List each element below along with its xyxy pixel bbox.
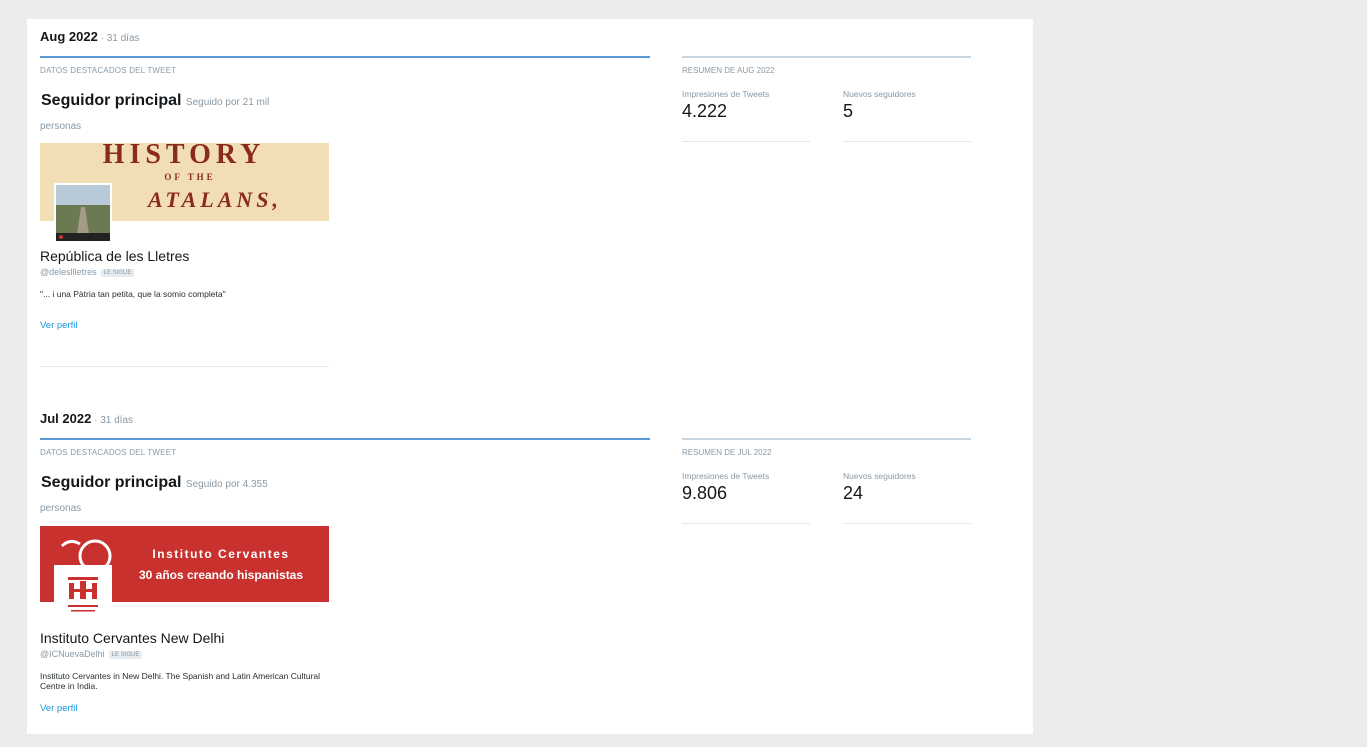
summary-divider [682,438,971,440]
impressions-label: Impresiones de Tweets [682,471,770,481]
new-followers-label: Nuevos seguidores [843,471,916,481]
new-followers-stat: Nuevos seguidores 5 [843,89,971,142]
top-follower-heading: Seguidor principal Seguido por 4.355 [41,474,268,492]
new-followers-value: 5 [843,101,854,121]
account-handle: @ICNuevaDelhi [40,649,105,659]
stat-divider [682,523,810,524]
stat-divider [843,141,971,142]
view-profile-link[interactable]: Ver perfil [40,320,78,331]
section-divider [40,438,650,440]
month-name: Jul 2022 [40,411,92,426]
followed-by-count: Seguido por 21 mil [185,97,270,108]
account-handle-row: @delesllletres LE SIGUE [40,267,135,277]
new-followers-value: 24 [843,483,864,503]
summary-label: RESUMEN DE JUL 2022 [682,448,772,457]
account-bio: "... i una Pàtria tan petita, que la som… [40,289,226,299]
summary-label: RESUMEN DE AUG 2022 [682,66,775,75]
avatar[interactable] [54,183,112,243]
analytics-panel: Aug 2022 · 31 días DATOS DESTACADOS DEL … [27,19,1033,734]
follows-you-badge: LE SIGUE [108,650,143,659]
avatar-image [56,567,110,621]
month-days: · 31 días [91,415,134,426]
banner-line-2: OF THE [164,172,215,182]
account-bio: Instituto Cervantes in New Delhi. The Sp… [40,671,321,691]
month-days: · 31 días [97,33,140,44]
section-divider [40,56,650,58]
impressions-value: 9.806 [682,483,728,503]
card-divider [40,366,329,367]
impressions-value: 4.222 [682,101,728,121]
followed-by-count: Seguido por 4.355 [185,479,268,490]
banner-line-1: Instituto Cervantes [152,547,289,561]
new-followers-stat: Nuevos seguidores 24 [843,471,971,524]
new-followers-label: Nuevos seguidores [843,89,916,99]
impressions-stat: Impresiones de Tweets 9.806 [682,471,810,524]
account-name[interactable]: República de les Lletres [40,248,189,264]
stat-divider [682,141,810,142]
highlights-label: DATOS DESTACADOS DEL TWEET [40,66,177,75]
followed-by-unit: personas [40,121,82,132]
highlights-label: DATOS DESTACADOS DEL TWEET [40,448,177,457]
banner-line-3: ATALANS, [146,187,282,212]
follows-you-badge: LE SIGUE [100,268,135,277]
summary-divider [682,56,971,58]
stat-divider [843,523,971,524]
view-profile-link[interactable]: Ver perfil [40,703,78,714]
impressions-label: Impresiones de Tweets [682,89,770,99]
top-follower-label: Seguidor principal [41,474,182,491]
month-name: Aug 2022 [40,29,98,44]
month-title: Jul 2022 · 31 días [40,411,133,426]
month-title: Aug 2022 · 31 días [40,29,140,44]
account-handle: @delesllletres [40,267,97,277]
followed-by-unit: personas [40,503,82,514]
avatar[interactable] [54,565,112,623]
banner-line-2: 30 años creando hispanistas [139,568,303,582]
top-follower-label: Seguidor principal [41,92,182,109]
top-follower-heading: Seguidor principal Seguido por 21 mil [41,92,269,110]
banner-line-1: HISTORY [103,143,266,170]
avatar-image [56,185,110,241]
account-handle-row: @ICNuevaDelhi LE SIGUE [40,649,143,659]
account-name[interactable]: Instituto Cervantes New Delhi [40,630,224,646]
impressions-stat: Impresiones de Tweets 4.222 [682,89,810,142]
